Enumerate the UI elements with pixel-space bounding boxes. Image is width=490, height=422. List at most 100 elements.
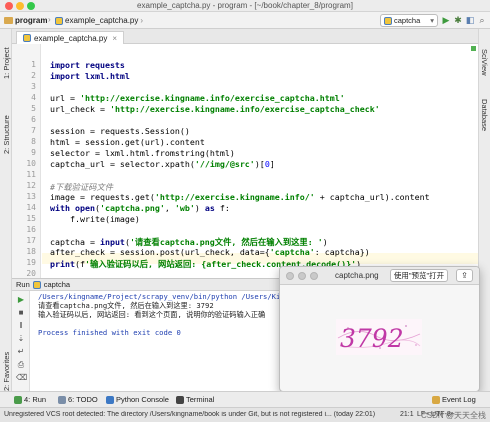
line-number: 6 xyxy=(31,115,36,124)
tab-example-captcha[interactable]: example_captcha.py × xyxy=(16,31,125,44)
breadcrumb-separator: › xyxy=(140,16,144,25)
console-line: /Users/kingname/Project/scrapy_venv/bin/… xyxy=(38,292,281,301)
coverage-icon[interactable]: ◧ xyxy=(464,14,476,27)
console-line: Process finished with exit code 0 xyxy=(38,328,181,337)
left-tool-strip: 1: Project 2: Structure 2: Favorites xyxy=(0,29,12,391)
open-with-preview-button[interactable]: 使用"预览"打开 xyxy=(390,269,448,282)
minimize-window-button[interactable] xyxy=(298,272,306,280)
stop-icon[interactable]: ■ xyxy=(16,308,26,318)
code-line: url = 'http://exercise.kingname.info/exe… xyxy=(50,93,345,103)
scroll-to-end-icon[interactable]: ⇣ xyxy=(16,334,26,344)
line-number: 1 xyxy=(31,60,36,69)
run-tool-button[interactable]: 4: Run xyxy=(14,395,46,404)
line-number: 16 xyxy=(26,225,36,234)
pause-icon[interactable]: ‖ xyxy=(16,321,26,331)
inspection-ok-icon[interactable] xyxy=(471,46,476,51)
breadcrumb-project[interactable]: program xyxy=(4,15,47,26)
captcha-text: 3792 xyxy=(340,324,404,353)
close-window-button[interactable] xyxy=(286,272,294,280)
python-console-label: Python Console xyxy=(116,395,169,404)
run-tool-title: Run xyxy=(16,280,30,289)
python-file-icon xyxy=(23,34,31,42)
editor-tab-bar: example_captcha.py × xyxy=(12,29,478,44)
clear-icon[interactable]: ⌫ xyxy=(16,373,27,383)
close-icon[interactable]: × xyxy=(112,34,117,43)
image-preview-header: captcha.png 使用"预览"打开 ⇪ xyxy=(280,267,479,285)
code-line: import requests xyxy=(50,60,125,70)
event-log-label: Event Log xyxy=(442,395,476,404)
breadcrumb-file[interactable]: example_captcha.py › xyxy=(55,15,143,26)
line-number: 17 xyxy=(26,236,36,245)
line-number: 4 xyxy=(31,93,36,102)
code-editor[interactable]: 1 2 3 4 5 6 7 8 9 10 11 12 13 14 15 16 1… xyxy=(12,44,478,278)
line-number: 10 xyxy=(26,159,36,168)
code-line: with open('captcha.png', 'wb') as f: xyxy=(50,203,230,213)
code-line: html = session.get(url).content xyxy=(50,137,205,147)
line-number: 8 xyxy=(31,137,36,146)
event-log-button[interactable]: Event Log xyxy=(432,395,476,404)
soft-wrap-icon[interactable]: ↵ xyxy=(16,347,26,357)
favorites-tool-tab[interactable]: 2: Favorites xyxy=(2,352,11,391)
terminal-icon xyxy=(176,395,184,404)
run-config-selector[interactable]: captcha ▾ xyxy=(380,14,438,27)
line-number: 14 xyxy=(26,203,36,212)
line-number: 15 xyxy=(26,214,36,223)
breadcrumb-separator: › xyxy=(48,15,51,24)
image-preview-window: captcha.png 使用"预览"打开 ⇪ 3792 xyxy=(279,266,480,392)
search-icon[interactable]: ⌕ xyxy=(476,14,488,27)
captcha-image: 3792 xyxy=(336,319,422,355)
window-title: example_captcha.py - program - [~/book/c… xyxy=(137,1,353,10)
run-tool-label: 4: Run xyxy=(24,395,47,404)
code-line: selector = lxml.html.fromstring(html) xyxy=(50,148,235,158)
image-preview-title: captcha.png xyxy=(335,271,379,280)
debug-icon[interactable]: ✱ xyxy=(452,14,464,27)
sciview-tool-tab[interactable]: SciView xyxy=(480,49,489,76)
todo-tool-label: 6: TODO xyxy=(68,395,98,404)
line-number-gutter: 1 2 3 4 5 6 7 8 9 10 11 12 13 14 15 16 1… xyxy=(12,44,41,278)
line-number: 7 xyxy=(31,126,36,135)
tab-label: example_captcha.py xyxy=(34,33,108,43)
run-config-label: captcha xyxy=(394,16,421,25)
zoom-window-button[interactable] xyxy=(310,272,318,280)
terminal-button[interactable]: Terminal xyxy=(176,395,214,404)
run-icon[interactable]: ▶ xyxy=(440,14,452,27)
print-icon[interactable]: ⎙ xyxy=(16,360,26,370)
run-toolbar: ▶ ■ ‖ ⇣ ↵ ⎙ ⌫ xyxy=(12,291,30,392)
code-line: session = requests.Session() xyxy=(50,126,190,136)
code-line: image = requests.get('http://exercise.ki… xyxy=(50,192,430,202)
todo-tool-button[interactable]: 6: TODO xyxy=(58,395,98,404)
line-number: 2 xyxy=(31,71,36,80)
line-number: 3 xyxy=(31,82,36,91)
run-icon xyxy=(14,395,22,404)
python-console-button[interactable]: Python Console xyxy=(106,395,169,404)
window-titlebar: example_captcha.py - program - [~/book/c… xyxy=(0,0,490,12)
share-icon[interactable]: ⇪ xyxy=(456,269,473,282)
code-line: url_check = 'http://exercise.kingname.in… xyxy=(50,104,380,114)
project-tool-tab[interactable]: 1: Project xyxy=(2,47,11,79)
breadcrumb-file-label: example_captcha.py xyxy=(65,16,139,25)
code-line: import lxml.html xyxy=(50,71,130,81)
line-number: 11 xyxy=(26,170,36,179)
navigation-bar: program › example_captcha.py › captcha ▾… xyxy=(0,12,490,29)
python-file-icon xyxy=(32,280,41,289)
structure-tool-tab[interactable]: 2: Structure xyxy=(2,115,11,154)
console-line: 输入验证码以后, 网站返回: 看到这个页面, 说明你的验证码输入正确 xyxy=(38,310,266,319)
breadcrumb-project-label: program xyxy=(15,16,48,25)
terminal-label: Terminal xyxy=(186,395,215,404)
vcs-status-message[interactable]: Unregistered VCS root detected: The dire… xyxy=(4,411,375,418)
chevron-down-icon: ▾ xyxy=(430,16,434,25)
run-tab-label[interactable]: captcha xyxy=(44,280,70,289)
code-line: f.write(image) xyxy=(50,214,140,224)
line-number: 9 xyxy=(31,148,36,157)
todo-icon xyxy=(58,395,66,404)
bottom-tool-bar: 4: Run 6: TODO Python Console Terminal E… xyxy=(0,391,490,407)
line-number: 20 xyxy=(26,269,36,278)
line-number: 18 xyxy=(26,247,36,256)
rerun-icon[interactable]: ▶ xyxy=(16,295,26,305)
database-tool-tab[interactable]: Database xyxy=(480,99,489,131)
event-log-icon xyxy=(432,395,440,404)
python-console-icon xyxy=(106,395,114,404)
line-number: 19 xyxy=(26,258,36,267)
caret-position[interactable]: 21:1 xyxy=(400,411,414,418)
folder-icon xyxy=(4,17,13,24)
